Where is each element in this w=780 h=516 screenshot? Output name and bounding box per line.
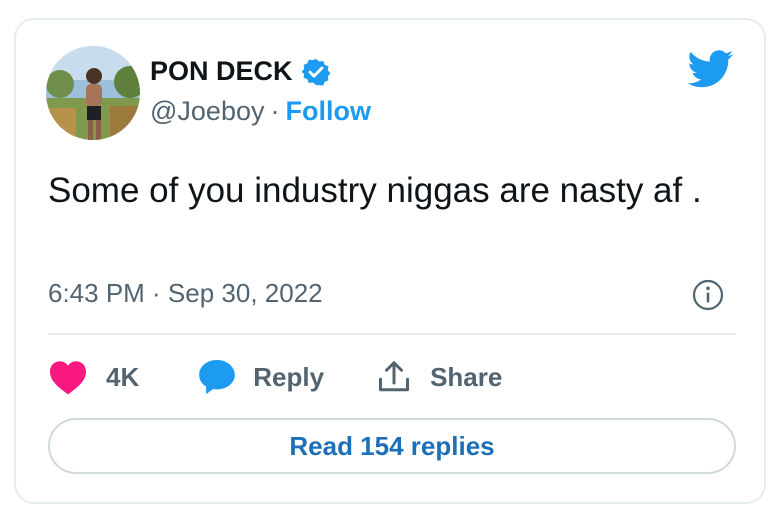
reply-button[interactable]: Reply (197, 358, 324, 396)
follow-button[interactable]: Follow (285, 96, 370, 127)
tweet-timestamp[interactable]: 6:43 PM · Sep 30, 2022 (48, 278, 323, 309)
info-icon[interactable] (692, 279, 724, 311)
author-handle-row: @Joeboy · Follow (150, 96, 371, 127)
speech-bubble-icon (199, 359, 236, 395)
author-handle[interactable]: @Joeboy (150, 96, 264, 127)
separator: · (270, 96, 280, 126)
author-name-row[interactable]: PON DECK (150, 56, 331, 87)
reply-label: Reply (253, 361, 325, 392)
divider (48, 333, 736, 335)
read-replies-button[interactable]: Read 154 replies (48, 418, 736, 474)
author-name[interactable]: PON DECK (150, 56, 293, 87)
like-count: 4K (106, 361, 140, 392)
avatar[interactable] (46, 46, 140, 140)
heart-icon (50, 361, 86, 395)
read-replies-label: Read 154 replies (289, 430, 495, 461)
verified-badge-icon (301, 58, 331, 86)
share-button[interactable]: Share (376, 359, 502, 395)
share-upload-icon (379, 361, 410, 392)
share-label: Share (430, 361, 503, 392)
twitter-bird-icon[interactable] (688, 50, 734, 88)
like-button[interactable]: 4K (48, 359, 139, 395)
tweet-text: Some of you industry niggas are nasty af… (48, 171, 702, 210)
tweet-actions: 4K Reply Share (48, 355, 502, 399)
